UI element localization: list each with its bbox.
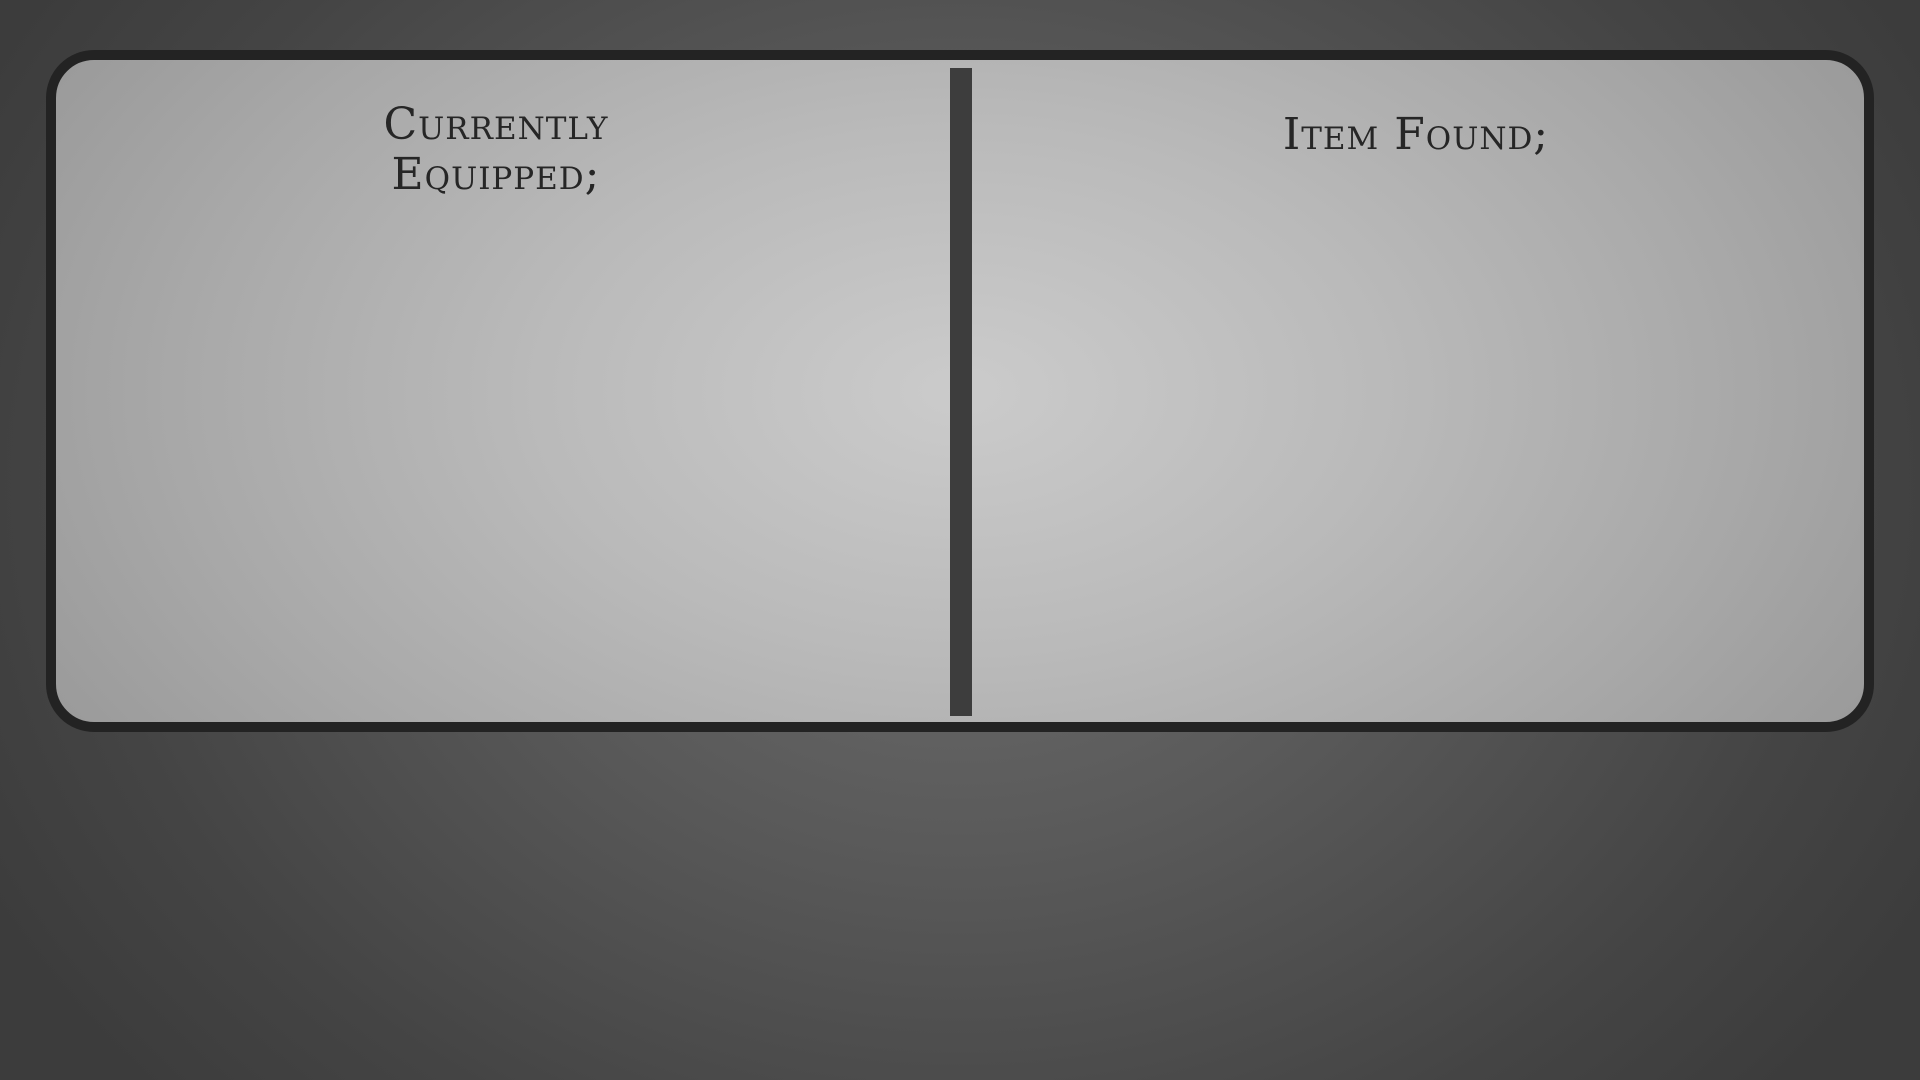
currently-equipped-heading: Currently Equipped; (256, 100, 736, 200)
equipped-item-area (116, 230, 896, 700)
found-item-area (1026, 230, 1816, 700)
currently-equipped-heading-line-1: Currently (383, 99, 609, 150)
currently-equipped-heading-line-2: Equipped; (391, 149, 601, 200)
panel-divider (950, 68, 972, 716)
item-found-heading: Item Found; (1282, 109, 1550, 160)
item-comparison-panel: Currently Equipped; Item Found; (46, 50, 1874, 732)
